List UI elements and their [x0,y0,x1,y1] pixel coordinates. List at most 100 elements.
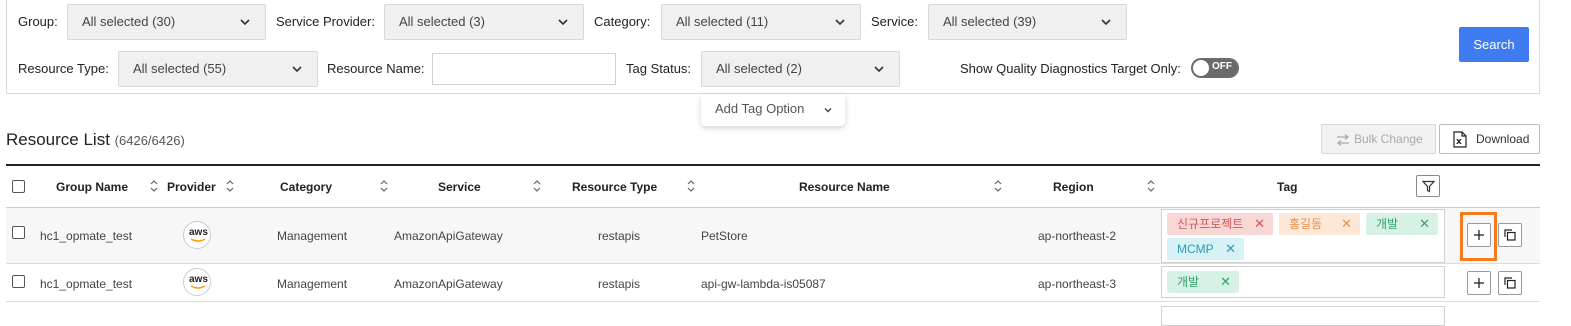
highlight-box [1460,212,1497,261]
tag-chip-label: 홍길동 [1289,217,1323,231]
tag-chip: MCMP ✕ [1167,238,1244,260]
tag-chip-label: MCMP [1177,242,1214,256]
chevron-down-icon [558,19,568,26]
add-tag-option-label: Add Tag Option [715,101,805,116]
tag-status-label: Tag Status: [626,61,692,76]
aws-logo-text: aws [189,274,208,285]
sort-icon[interactable] [687,179,695,193]
resource-type-select-value: All selected (55) [133,61,227,76]
tag-filter-button[interactable] [1416,175,1440,197]
category-label: Category: [594,14,651,29]
copy-icon [1504,277,1516,289]
col-resource-name[interactable]: Resource Name [799,180,890,194]
group-select-value: All selected (30) [82,14,176,29]
select-all-checkbox[interactable] [12,180,25,193]
cell-category: Management [277,277,348,291]
chevron-down-icon [824,108,832,113]
resource-name-input[interactable] [432,53,616,85]
sort-icon[interactable] [380,179,388,193]
col-tag: Tag [1277,180,1298,194]
row-checkbox[interactable] [12,275,25,288]
cell-region: ap-northeast-2 [1038,229,1117,243]
col-region[interactable]: Region [1053,180,1094,194]
download-label: Download [1476,132,1530,146]
bulk-change-button[interactable]: Bulk Change [1321,124,1436,154]
tag-box[interactable]: 개발 ✕ [1161,266,1445,298]
sort-icon[interactable] [226,179,234,193]
add-tag-button[interactable] [1467,271,1491,295]
tag-chip: 신규프로젝트 ✕ [1167,213,1273,235]
tag-box[interactable]: 신규프로젝트 ✕ 홍길동 ✕ 개발 ✕ MCMP ✕ [1161,209,1445,263]
cell-region: ap-northeast-3 [1038,277,1117,291]
cell-group-name: hc1_opmate_test [40,229,133,243]
resource-count: (6426/6426) [114,133,185,148]
service-select[interactable]: All selected (39) [928,4,1127,40]
download-button[interactable]: x Download [1439,124,1540,154]
resource-list-title: Resource List [6,130,110,149]
tag-chip: 홍길동 ✕ [1279,213,1360,235]
tag-chip-label: 개발 [1376,217,1399,231]
cell-service: AmazonApiGateway [394,229,503,243]
col-provider[interactable]: Provider [167,180,216,194]
sort-icon[interactable] [1147,179,1155,193]
aws-smile-icon [190,238,206,242]
cell-service: AmazonApiGateway [394,277,503,291]
quality-toggle-label: Show Quality Diagnostics Target Only: [960,61,1181,76]
add-tag-option-dropdown[interactable]: Add Tag Option [701,94,845,126]
category-select[interactable]: All selected (11) [661,4,861,40]
tag-chip: 개발 ✕ [1167,271,1239,293]
tag-status-select-value: All selected (2) [716,61,802,76]
row-checkbox[interactable] [12,226,25,239]
sort-icon[interactable] [533,179,541,193]
toggle-knob [1193,60,1209,76]
aws-logo-icon: aws [183,221,211,249]
category-select-value: All selected (11) [676,14,769,29]
cell-resource-name: api-gw-lambda-is05087 [701,277,826,291]
copy-tag-button[interactable] [1498,223,1522,247]
resource-name-label: Resource Name: [327,61,425,76]
col-service[interactable]: Service [438,180,481,194]
aws-smile-icon [190,285,206,289]
service-provider-select[interactable]: All selected (3) [384,4,584,40]
cell-resource-type: restapis [598,277,641,291]
service-label: Service: [871,14,918,29]
sort-icon[interactable] [994,179,1002,193]
close-icon[interactable]: ✕ [1220,271,1231,293]
tag-chip: 개발 ✕ [1366,213,1438,235]
table-row[interactable]: hc1_opmate_test aws Management AmazonApi… [6,208,1540,264]
aws-logo-text: aws [189,227,208,238]
table-row-partial [6,302,1540,326]
excel-icon: x [1453,131,1467,148]
service-select-value: All selected (39) [943,14,1037,29]
tag-chip-label: 개발 [1177,275,1200,289]
col-group-name[interactable]: Group Name [56,180,128,194]
tag-status-select[interactable]: All selected (2) [701,51,900,87]
sort-icon[interactable] [150,179,158,193]
cell-group-name: hc1_opmate_test [40,277,133,291]
col-resource-type[interactable]: Resource Type [572,180,657,194]
chevron-down-icon [240,19,250,26]
quality-toggle[interactable]: OFF [1191,58,1239,78]
copy-tag-button[interactable] [1498,271,1522,295]
close-icon[interactable]: ✕ [1341,213,1352,235]
chevron-down-icon [874,66,884,73]
chevron-down-icon [292,66,302,73]
resource-type-label: Resource Type: [18,61,109,76]
plus-icon [1474,278,1484,288]
toggle-state: OFF [1212,61,1232,72]
close-icon[interactable]: ✕ [1254,213,1265,235]
close-icon[interactable]: ✕ [1419,213,1430,235]
close-icon[interactable]: ✕ [1225,238,1236,260]
table-row[interactable]: hc1_opmate_test aws Management AmazonApi… [6,264,1540,302]
tag-box[interactable] [1161,306,1445,326]
col-category[interactable]: Category [280,180,332,194]
resource-type-select[interactable]: All selected (55) [118,51,318,87]
swap-icon [1337,134,1349,146]
group-label: Group: [18,14,58,29]
chevron-down-icon [1101,19,1111,26]
service-provider-select-value: All selected (3) [399,14,485,29]
funnel-icon [1422,180,1435,193]
search-button[interactable]: Search [1459,27,1529,62]
page-title: Resource List (6426/6426) [6,130,185,150]
group-select[interactable]: All selected (30) [67,4,266,40]
